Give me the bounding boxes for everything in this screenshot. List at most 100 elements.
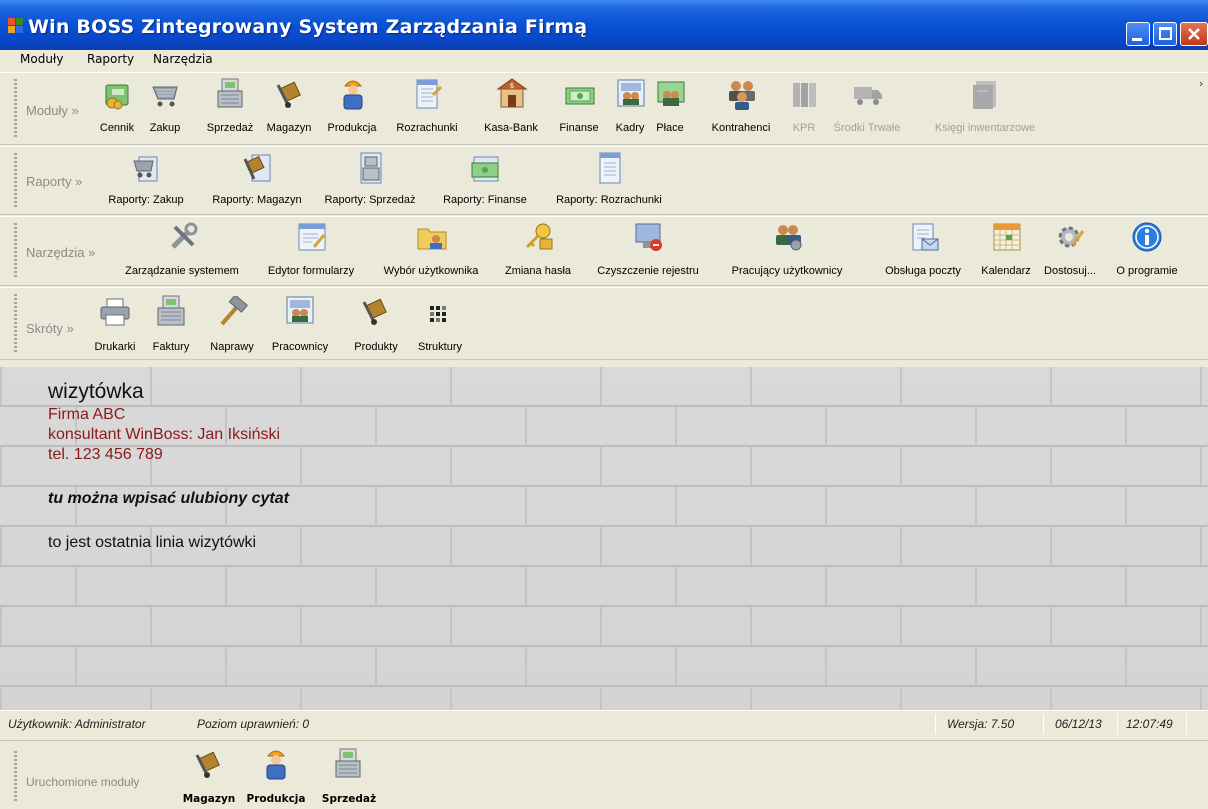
toolbar-raporty: Raporty » Raporty: Zakup Raporty: Magazy… [0,146,1208,215]
calendar-icon [993,223,1021,251]
brick-joint [300,687,302,710]
brick-joint [600,607,602,645]
toolbar-skroty: Skróty » Drukarki Faktury Naprawy Pracow… [0,287,1208,360]
brick-joint [0,607,2,645]
toolbar-narzedzia: Narzędzia » Zarządzanie systemem Edytor … [0,216,1208,286]
worker-icon [266,750,286,780]
brick-joint [300,447,302,485]
brick-joint [525,487,527,525]
staff-board-icon [617,79,645,107]
brick-joint [675,567,677,605]
shopping-cart-icon [152,86,178,107]
menu-moduly[interactable]: Moduły [20,52,63,66]
brick-joint [525,567,527,605]
brick-joint [1125,567,1127,605]
price-list-icon [105,84,129,110]
worker-icon [343,80,363,110]
brick-joint [1200,367,1202,405]
ledger-icon [416,79,443,109]
svg-text:$: $ [510,82,514,90]
menu-raporty[interactable]: Raporty [87,52,134,66]
products-icon [362,298,387,325]
brick-joint [0,447,2,485]
brick-joint [1050,527,1052,565]
brick-joint [900,447,902,485]
brick-joint [375,487,377,525]
toolbar-moduly: Moduły » › Cennik Zakup Sprzedaż Magazyn… [0,72,1208,145]
brick-joint [150,607,152,645]
toolbar-grip[interactable] [14,294,17,353]
brick-joint [375,407,377,445]
brick-joint [750,447,752,485]
registry-clean-icon [635,223,662,251]
contractors-icon [729,81,755,110]
brick-joint [450,607,452,645]
card-company: Firma ABC [48,406,126,423]
form-editor-icon [298,223,326,251]
cash-register-icon [335,748,361,778]
brick-joint [750,607,752,645]
employees-icon [286,296,314,324]
brick-joint [600,367,602,405]
toolbar-grip[interactable] [14,751,17,801]
status-level: Poziom uprawnień: 0 [197,717,310,731]
title-bar[interactable]: Win BOSS Zintegrowany System Zarządzania… [0,0,1208,50]
toolbar-skroty-label: Skróty » [26,321,74,336]
brick-joint [900,527,902,565]
brick-joint [1125,487,1127,525]
main-window: Win BOSS Zintegrowany System Zarządzania… [0,0,1208,740]
mail-icon [912,223,939,251]
brick-joint [375,647,377,685]
brick-joint [150,687,152,710]
brick-joint [300,367,302,405]
info-icon [1132,222,1162,252]
minimize-button[interactable] [1126,22,1150,46]
brick-joint [750,687,752,710]
brick-joint [675,407,677,445]
brick-joint [1200,527,1202,565]
brick-joint [150,367,152,405]
brick-joint [975,647,977,685]
brick-joint [75,567,77,605]
brick-joint [0,367,2,405]
menu-bar: Moduły Raporty Narzędzia [0,50,1208,70]
status-user: Użytkownik: Administrator [8,717,146,731]
close-button[interactable] [1180,22,1208,46]
running-modules-bar: Uruchomione moduły Magazyn Produkcja Spr… [0,740,1208,809]
toolbar-overflow-chevron-icon[interactable]: › [1199,77,1203,90]
brick-joint [1050,447,1052,485]
business-card-panel: wizytówka Firma ABC konsultant WinBoss: … [0,367,1208,710]
brick-joint [525,647,527,685]
brick-joint [75,647,77,685]
brick-joint [825,407,827,445]
hand-truck-icon [276,81,301,108]
menu-narzedzia[interactable]: Narzędzia [153,52,213,66]
brick-joint [1050,687,1052,710]
hammer-icon [220,296,248,326]
brick-joint [450,367,452,405]
card-phone: tel. 123 456 789 [48,446,163,463]
maximize-button[interactable] [1153,22,1177,46]
toolbar-grip[interactable] [14,153,17,208]
app-icon[interactable] [8,18,24,34]
brick-joint [900,607,902,645]
bank-icon: $ [496,78,528,108]
brick-joint [1200,687,1202,710]
toolbar-grip[interactable] [14,223,17,279]
brick-joint [1125,647,1127,685]
brick-joint [600,687,602,710]
toolbar-grip[interactable] [14,79,17,138]
brick-joint [1050,367,1052,405]
user-folder-icon [417,228,447,250]
brick-joint [900,687,902,710]
brick-joint [225,567,227,605]
brick-joint [750,527,752,565]
toolbar-narzedzia-label: Narzędzia » [26,245,96,260]
brick-joint [0,527,2,565]
brick-joint [600,527,602,565]
brick-joint [1125,407,1127,445]
key-lock-icon [525,223,553,250]
brick-joint [300,607,302,645]
brick-joint [450,447,452,485]
card-title: wizytówka [48,380,144,403]
